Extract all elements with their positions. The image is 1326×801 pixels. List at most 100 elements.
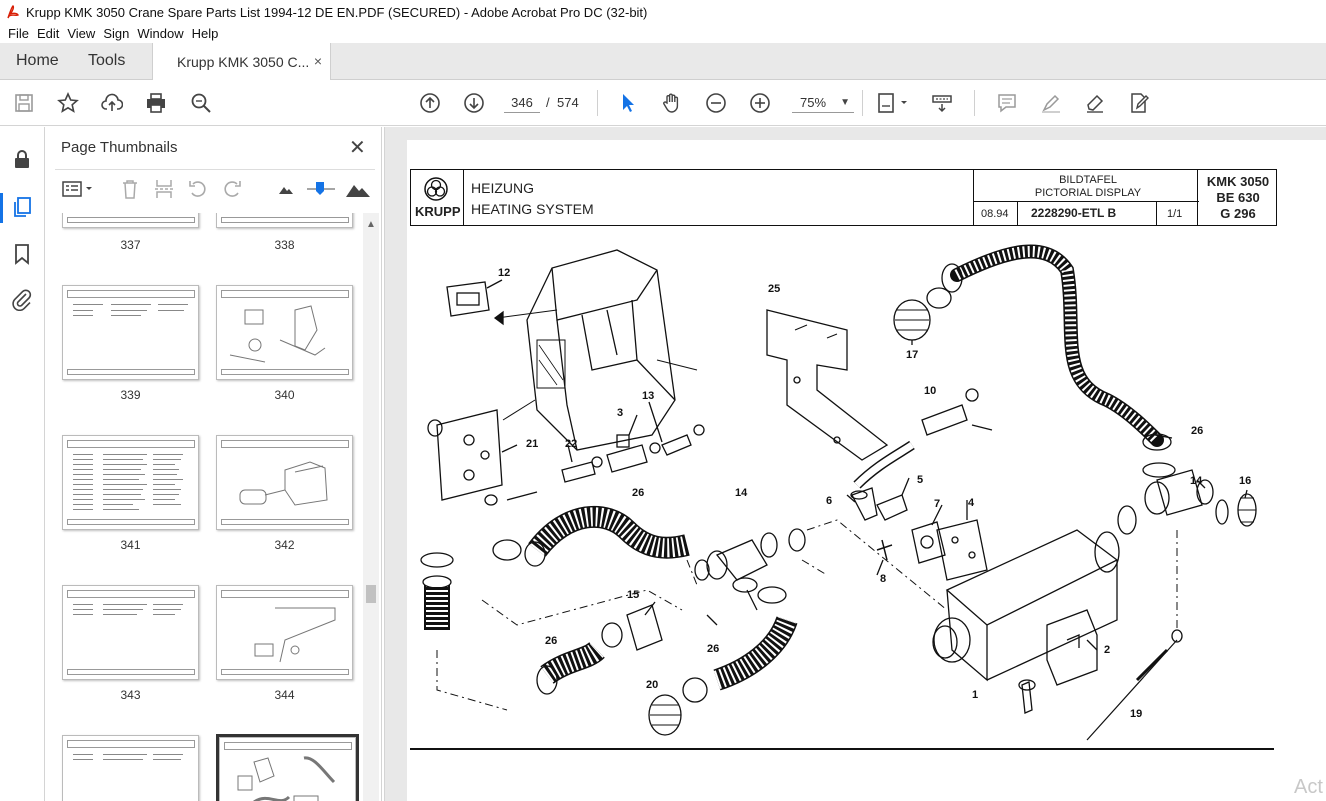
menu-sign[interactable]: Sign (103, 26, 129, 41)
thumbnail-337[interactable] (62, 213, 199, 228)
previous-page-icon[interactable] (418, 91, 442, 115)
attachment-paperclip-icon[interactable] (10, 287, 34, 311)
window-title: Krupp KMK 3050 Crane Spare Parts List 19… (26, 4, 648, 20)
tab-tools[interactable]: Tools (88, 52, 125, 70)
thumbnail-options-icon[interactable] (61, 178, 97, 200)
callout-7: 7 (934, 498, 941, 510)
sheet-number: 1/1 (1167, 208, 1183, 220)
thumbnail-343[interactable] (62, 585, 199, 680)
rotate-left-icon[interactable] (187, 178, 209, 200)
krupp-rings-logo (424, 177, 448, 201)
callout-22: 22 (565, 438, 578, 450)
menu-bar: File Edit View Sign Window Help (0, 24, 1326, 43)
page-number-input[interactable]: 346 (504, 93, 540, 113)
callout-16: 16 (1239, 475, 1252, 487)
lock-icon[interactable] (10, 147, 34, 171)
close-panel-icon[interactable]: ✕ (349, 135, 366, 160)
thumbnails-scrollbar[interactable]: ▲ (363, 213, 379, 801)
save-icon[interactable] (12, 91, 36, 115)
title-german: HEIZUNG (471, 180, 534, 196)
delete-page-icon[interactable] (119, 178, 141, 200)
panel-title: Page Thumbnails (61, 139, 178, 156)
toolbar-divider (974, 90, 975, 116)
title-divider (1156, 201, 1157, 225)
callout-14: 14 (1190, 475, 1203, 487)
thumbnail-344[interactable] (216, 585, 353, 680)
zoom-search-icon[interactable] (189, 91, 213, 115)
pdf-page: KRUPP HEIZUNG HEATING SYSTEM BILDTAFEL P… (407, 140, 1326, 801)
menu-file[interactable]: File (8, 26, 29, 41)
callout-8: 8 (880, 573, 887, 585)
zoom-in-icon[interactable] (748, 91, 772, 115)
callout-15: 15 (627, 589, 640, 601)
tab-document-label: Krupp KMK 3050 C... (177, 53, 310, 70)
scroll-up-icon[interactable]: ▲ (366, 219, 376, 230)
heating-system-exploded-diagram (420, 244, 1257, 741)
edit-document-icon[interactable] (1127, 91, 1151, 115)
page-separator: / (546, 95, 550, 110)
thumbnail-345[interactable] (62, 735, 199, 801)
callout-20: 20 (646, 679, 659, 691)
keyboard-scroll-icon[interactable] (930, 91, 954, 115)
extract-page-icon[interactable] (153, 178, 175, 200)
callout-10: 10 (924, 385, 937, 397)
scroll-thumb[interactable] (366, 585, 376, 603)
thumbnail-342[interactable] (216, 435, 353, 530)
callout-14: 14 (735, 487, 748, 499)
thumbnail-label: 337 (120, 238, 141, 252)
callout-6: 6 (826, 495, 833, 507)
bookmark-star-icon[interactable] (56, 91, 80, 115)
hand-tool-icon[interactable] (660, 91, 684, 115)
thumbnail-size-slider[interactable] (307, 178, 335, 200)
menu-view[interactable]: View (67, 26, 95, 41)
bookmarks-icon[interactable] (10, 242, 34, 266)
print-icon[interactable] (144, 91, 168, 115)
thumbnail-341[interactable] (62, 435, 199, 530)
tab-document[interactable]: Krupp KMK 3050 C... × (152, 43, 331, 80)
callout-19: 19 (1130, 708, 1143, 720)
page-total: 574 (557, 95, 579, 110)
chevron-down-icon: ▼ (840, 97, 850, 108)
zoom-level-select[interactable]: 75% ▼ (792, 93, 854, 113)
callout-13: 13 (642, 390, 655, 402)
zoom-level-value: 75% (800, 95, 827, 110)
thumbnail-346-selected[interactable] (216, 734, 359, 801)
thumbnail-label: 338 (274, 238, 295, 252)
thumbnail-340[interactable] (216, 285, 353, 380)
close-tab-icon[interactable]: × (314, 53, 322, 69)
thumbnail-339[interactable] (62, 285, 199, 380)
callout-4: 4 (968, 497, 975, 509)
menu-help[interactable]: Help (192, 26, 219, 41)
document-view[interactable]: KRUPP HEIZUNG HEATING SYSTEM BILDTAFEL P… (384, 127, 1326, 801)
page-bottom-rule (410, 748, 1274, 750)
highlight-pen-icon[interactable] (1039, 91, 1063, 115)
title-bar: Krupp KMK 3050 Crane Spare Parts List 19… (0, 0, 1326, 24)
left-rail (0, 127, 45, 801)
upload-cloud-icon[interactable] (100, 91, 124, 115)
select-cursor-icon[interactable] (616, 91, 640, 115)
drawing-title-block: KRUPP HEIZUNG HEATING SYSTEM BILDTAFEL P… (410, 169, 1277, 226)
page-thumbnails-icon[interactable] (10, 195, 34, 219)
callout-26: 26 (707, 643, 720, 655)
tab-home[interactable]: Home (16, 52, 59, 70)
menu-window[interactable]: Window (137, 26, 183, 41)
pictorial-label: PICTORIAL DISPLAY (1034, 187, 1142, 199)
rotate-right-icon[interactable] (221, 178, 243, 200)
zoom-out-icon[interactable] (704, 91, 728, 115)
callout-17: 17 (906, 349, 919, 361)
menu-edit[interactable]: Edit (37, 26, 59, 41)
title-english: HEATING SYSTEM (471, 201, 594, 217)
page-fit-icon[interactable] (876, 91, 910, 115)
thumbnail-label: 341 (120, 538, 141, 552)
thumbnails-list: 337 338 339 340 341 342 343 344 (45, 213, 363, 801)
acrobat-icon (7, 5, 19, 19)
next-page-icon[interactable] (462, 91, 486, 115)
small-thumbnails-icon[interactable] (275, 178, 297, 200)
callout-12: 12 (498, 267, 511, 279)
activation-watermark: Act (1294, 776, 1323, 798)
thumbnail-338[interactable] (216, 213, 353, 228)
sign-pen-icon[interactable] (1083, 91, 1107, 115)
thumbnail-label: 343 (120, 688, 141, 702)
large-thumbnails-icon[interactable] (345, 178, 371, 200)
comment-icon[interactable] (995, 91, 1019, 115)
